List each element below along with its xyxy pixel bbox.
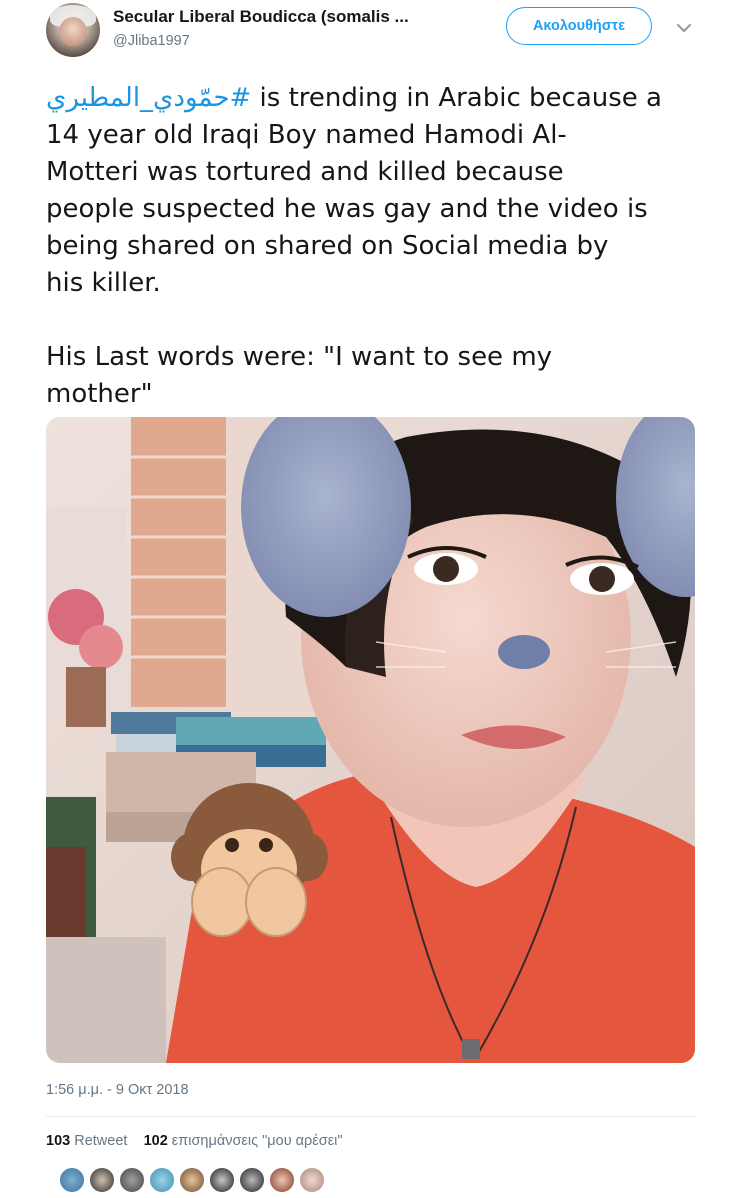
tweet-line: mother" [46, 379, 153, 409]
avatar[interactable] [268, 1166, 296, 1194]
retweet-label: Retweet [74, 1133, 128, 1149]
avatar[interactable] [208, 1166, 236, 1194]
divider [46, 1116, 695, 1117]
tweet-line: his killer. [46, 268, 161, 298]
tweet-photo[interactable] [46, 417, 695, 1063]
avatar[interactable] [238, 1166, 266, 1194]
tweet-timestamp[interactable]: 1:56 μ.μ. - 9 Οκτ 2018 [46, 1082, 189, 1098]
hashtag-link[interactable]: #حمّودي_المطيري [46, 83, 251, 113]
tweet-line: people suspected he was gay and the vide… [46, 194, 648, 224]
avatar[interactable] [178, 1166, 206, 1194]
retweet-count: 103 [46, 1133, 71, 1149]
avatar[interactable] [46, 3, 100, 57]
avatar[interactable] [298, 1166, 326, 1194]
tweet-line: 14 year old Iraqi Boy named Hamodi Al- [46, 120, 567, 150]
tweet-line: being shared on shared on Social media b… [46, 231, 609, 261]
photo-illustration [46, 417, 695, 1063]
avatar[interactable] [88, 1166, 116, 1194]
chevron-down-icon[interactable] [674, 18, 694, 38]
avatar[interactable] [58, 1166, 86, 1194]
like-count: 102 [143, 1133, 168, 1149]
tweet-line: Motteri was tortured and killed because [46, 157, 564, 187]
avatar[interactable] [118, 1166, 146, 1194]
like-stat[interactable]: 102 επισημάνσεις "μου αρέσει" [144, 1133, 343, 1149]
tweet-text: #حمّودي_المطيري is trending in Arabic be… [46, 80, 706, 413]
user-handle[interactable]: @Jliba1997 [113, 33, 190, 49]
tweet-line: His Last words were: "I want to see my [46, 342, 553, 372]
retweet-stat[interactable]: 103 Retweet [46, 1133, 127, 1149]
tweet-stats: 103 Retweet 102 επισημάνσεις "μου αρέσει… [46, 1133, 343, 1149]
tweet-line: #حمّودي_المطيري is trending in Arabic be… [46, 80, 706, 117]
avatar-face [59, 17, 87, 47]
avatar[interactable] [148, 1166, 176, 1194]
tweet-line-text: is trending in Arabic because a [251, 83, 662, 113]
display-name[interactable]: Secular Liberal Boudicca (somalis ... [113, 7, 409, 27]
follow-button[interactable]: Ακολουθήστε [506, 7, 652, 45]
tweet-header: Secular Liberal Boudicca (somalis ... @J… [0, 0, 735, 78]
like-label: επισημάνσεις "μου αρέσει" [171, 1133, 343, 1149]
